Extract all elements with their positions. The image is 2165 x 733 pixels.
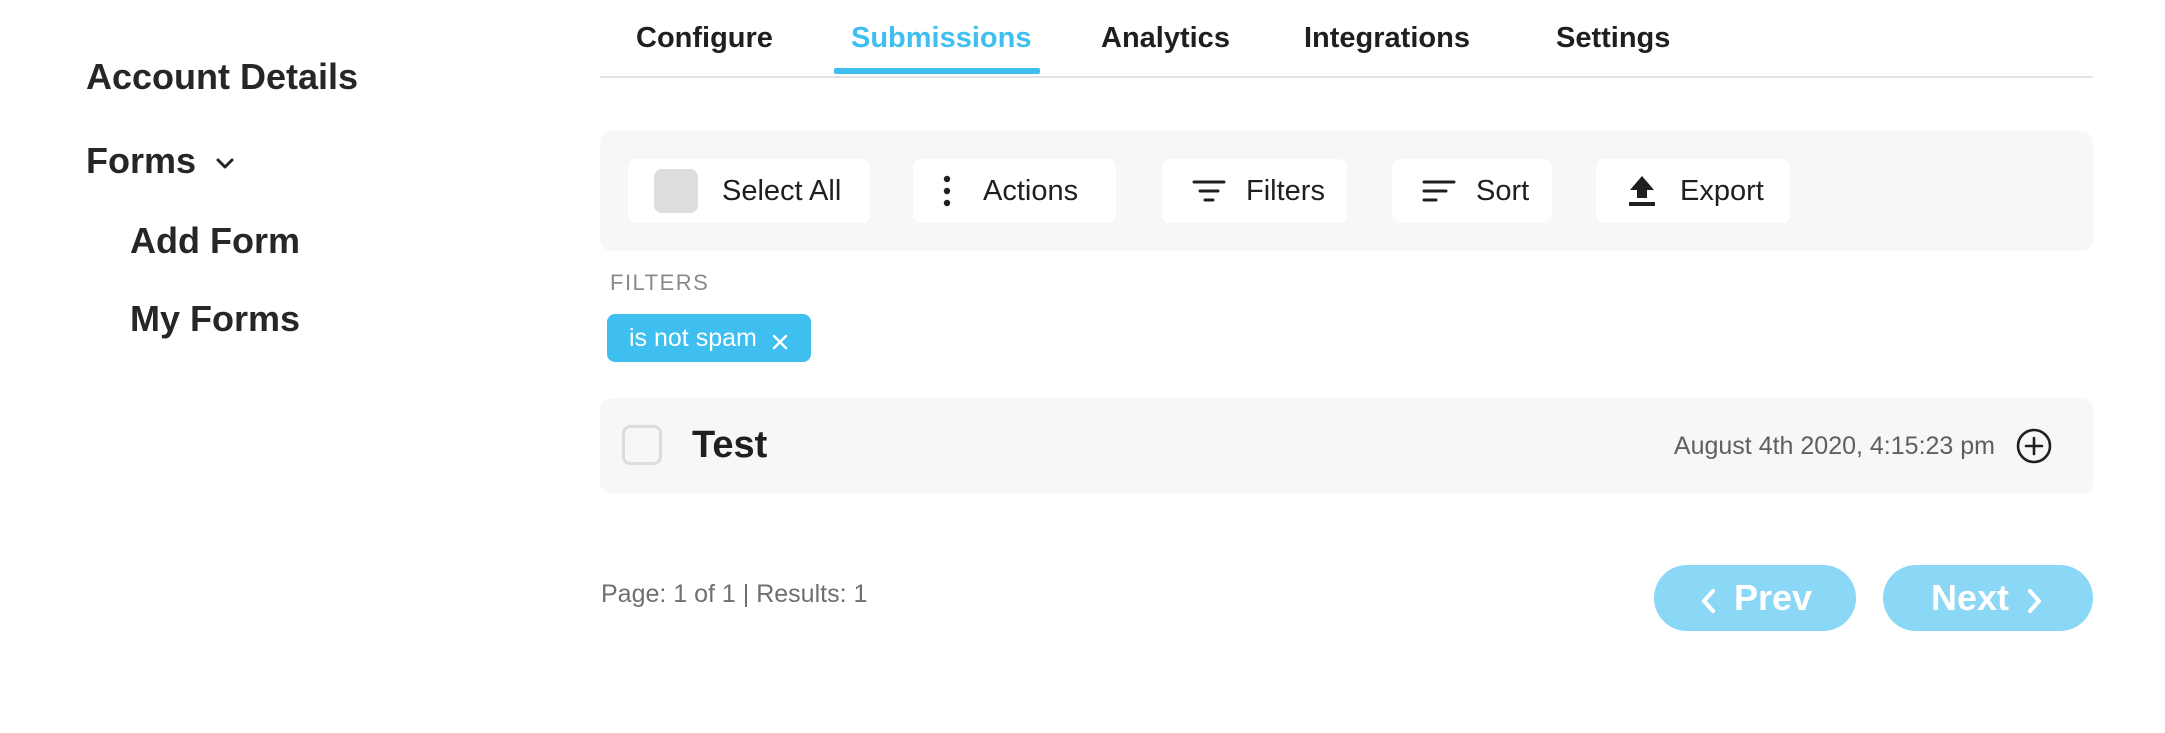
tab-submissions[interactable]: Submissions [851, 22, 1032, 55]
tab-bar: Configure Submissions Analytics Integrat… [600, 0, 2093, 78]
sidebar-item-label: Forms [86, 140, 197, 181]
prev-button[interactable]: Prev [1654, 565, 1856, 631]
select-all-label: Select All [722, 174, 842, 207]
pagination-info: Page: 1 of 1 | Results: 1 [601, 580, 868, 608]
sort-button[interactable]: Sort [1392, 159, 1552, 223]
select-all-button[interactable]: Select All [628, 159, 870, 223]
page: Account Details Forms Add Form My Forms … [0, 0, 2165, 733]
select-all-checkbox[interactable] [654, 169, 698, 213]
chevron-right-icon [2023, 583, 2045, 613]
filter-icon [1192, 176, 1226, 206]
toolbar: Select All Actions Filters Sort Export [600, 131, 2093, 251]
submission-title: Test [692, 424, 768, 466]
next-label: Next [1930, 577, 2010, 618]
actions-button[interactable]: Actions [913, 159, 1116, 223]
filter-chip-label: is not spam [629, 323, 757, 352]
active-tab-indicator [834, 68, 1040, 74]
main-content: Configure Submissions Analytics Integrat… [600, 0, 2093, 733]
sidebar-item-add-form[interactable]: Add Form [130, 220, 300, 262]
filters-button[interactable]: Filters [1162, 159, 1347, 223]
more-vertical-icon [939, 173, 955, 209]
filters-label: Filters [1246, 174, 1325, 207]
tab-configure[interactable]: Configure [636, 22, 773, 55]
submission-date: August 4th 2020, 4:15:23 pm [1673, 432, 1995, 460]
export-button[interactable]: Export [1596, 159, 1790, 223]
chevron-left-icon [1698, 583, 1720, 613]
sort-icon [1422, 176, 1456, 206]
actions-label: Actions [983, 174, 1079, 207]
sidebar-item-forms[interactable]: Forms [86, 140, 240, 182]
filters-heading: FILTERS [610, 270, 710, 295]
sort-label: Sort [1476, 174, 1530, 207]
sidebar-item-my-forms[interactable]: My Forms [130, 298, 300, 340]
upload-icon [1626, 174, 1658, 208]
submission-checkbox[interactable] [622, 425, 662, 465]
next-button[interactable]: Next [1883, 565, 2093, 631]
tab-integrations[interactable]: Integrations [1304, 22, 1470, 55]
submission-row[interactable]: Test August 4th 2020, 4:15:23 pm [600, 398, 2093, 494]
tab-settings[interactable]: Settings [1556, 22, 1670, 55]
filter-chip[interactable]: is not spam [607, 314, 811, 362]
close-icon[interactable] [771, 329, 789, 350]
tab-analytics[interactable]: Analytics [1101, 22, 1230, 55]
prev-label: Prev [1733, 577, 1813, 618]
sidebar-item-account-details[interactable]: Account Details [86, 56, 358, 98]
chevron-down-icon [210, 146, 240, 176]
export-label: Export [1680, 174, 1764, 207]
expand-plus-icon[interactable] [2015, 427, 2053, 465]
